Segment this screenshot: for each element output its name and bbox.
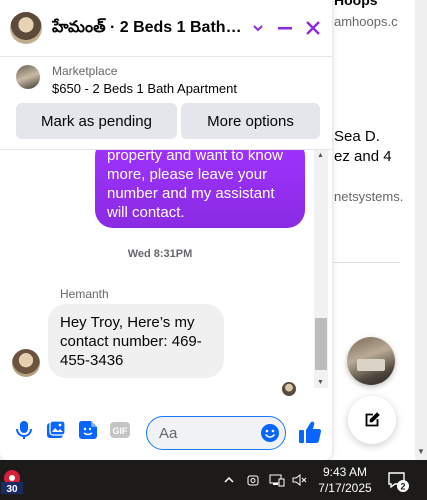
composer: GIF	[0, 404, 332, 460]
notification-count: 2	[400, 482, 405, 492]
chevron-up-icon[interactable]	[220, 471, 238, 489]
listing-title[interactable]: $650 - 2 Beds 1 Bath Apartment	[52, 81, 237, 96]
minimize-icon[interactable]	[273, 16, 297, 40]
more-options-button[interactable]: More options	[181, 103, 320, 139]
bg-domain[interactable]: netsystems.	[334, 189, 414, 204]
photo-icon[interactable]	[44, 418, 68, 442]
scroll-down-arrow-icon[interactable]: ▼	[317, 379, 324, 386]
system-clock[interactable]: 9:43 AM 7/17/2025	[314, 464, 376, 496]
taskbar-app-icon[interactable]: 30	[0, 466, 26, 496]
sticker-icon[interactable]	[76, 418, 100, 442]
marketplace-card: Marketplace $650 - 2 Beds 1 Bath Apartme…	[0, 57, 332, 150]
message-list: property and want to know more, please l…	[0, 150, 332, 400]
chat-title[interactable]: హేమంత్ · 2 Beds 1 Bath ...	[52, 18, 242, 40]
scroll-up-arrow-icon[interactable]: ▲	[317, 152, 324, 159]
sender-avatar[interactable]	[12, 349, 40, 377]
avatar[interactable]	[10, 12, 42, 44]
page-scrollbar[interactable]: ▼	[415, 0, 427, 460]
chevron-down-icon[interactable]	[246, 16, 270, 40]
bg-link[interactable]: amhoops.c	[334, 14, 414, 29]
mark-as-pending-button[interactable]: Mark as pending	[16, 103, 177, 139]
new-message-button[interactable]	[348, 396, 396, 444]
chat-scrollbar[interactable]: ▲ ▼	[314, 150, 328, 388]
network-icon[interactable]	[268, 471, 286, 489]
sender-name: Hemanth	[60, 287, 109, 301]
microphone-icon[interactable]	[12, 418, 36, 442]
scroll-down-arrow-icon[interactable]: ▼	[417, 447, 425, 456]
bg-heading: Hoops	[334, 0, 378, 8]
chat-head-thumbnail[interactable]	[347, 337, 395, 385]
volume-muted-icon[interactable]	[291, 471, 309, 489]
bg-divider	[334, 262, 400, 263]
close-icon[interactable]	[301, 16, 325, 40]
bg-subtitle: ez and 4	[334, 148, 392, 165]
marketplace-label: Marketplace	[52, 64, 118, 78]
seen-receipt-avatar	[282, 382, 296, 396]
scrollbar-thumb[interactable]	[315, 318, 327, 370]
camera-icon[interactable]	[244, 471, 262, 489]
gif-label: GIF	[113, 426, 129, 436]
listing-thumbnail[interactable]	[16, 65, 40, 89]
notification-center-icon[interactable]: 2	[386, 469, 410, 493]
chat-header: హేమంత్ · 2 Beds 1 Bath ...	[0, 0, 332, 57]
outgoing-message[interactable]: property and want to know more, please l…	[95, 150, 305, 228]
app-badge: 30	[6, 484, 18, 495]
emoji-icon[interactable]	[260, 423, 280, 443]
incoming-message[interactable]: Hey Troy, Here’s my contact number: 469-…	[48, 304, 224, 378]
chat-window: హేమంత్ · 2 Beds 1 Bath ... Marketplace $…	[0, 0, 332, 460]
clock-time: 9:43 AM	[322, 465, 368, 479]
clock-date: 7/17/2025	[318, 481, 372, 495]
gif-icon[interactable]: GIF	[108, 418, 132, 442]
time-separator: Wed 8:31PM	[127, 248, 193, 260]
bg-name: Sea D.	[334, 128, 380, 145]
taskbar: 30 9:43 AM 7/17/2025 2	[0, 460, 427, 500]
thumbs-up-icon[interactable]	[297, 419, 323, 445]
compose-icon	[365, 412, 380, 427]
